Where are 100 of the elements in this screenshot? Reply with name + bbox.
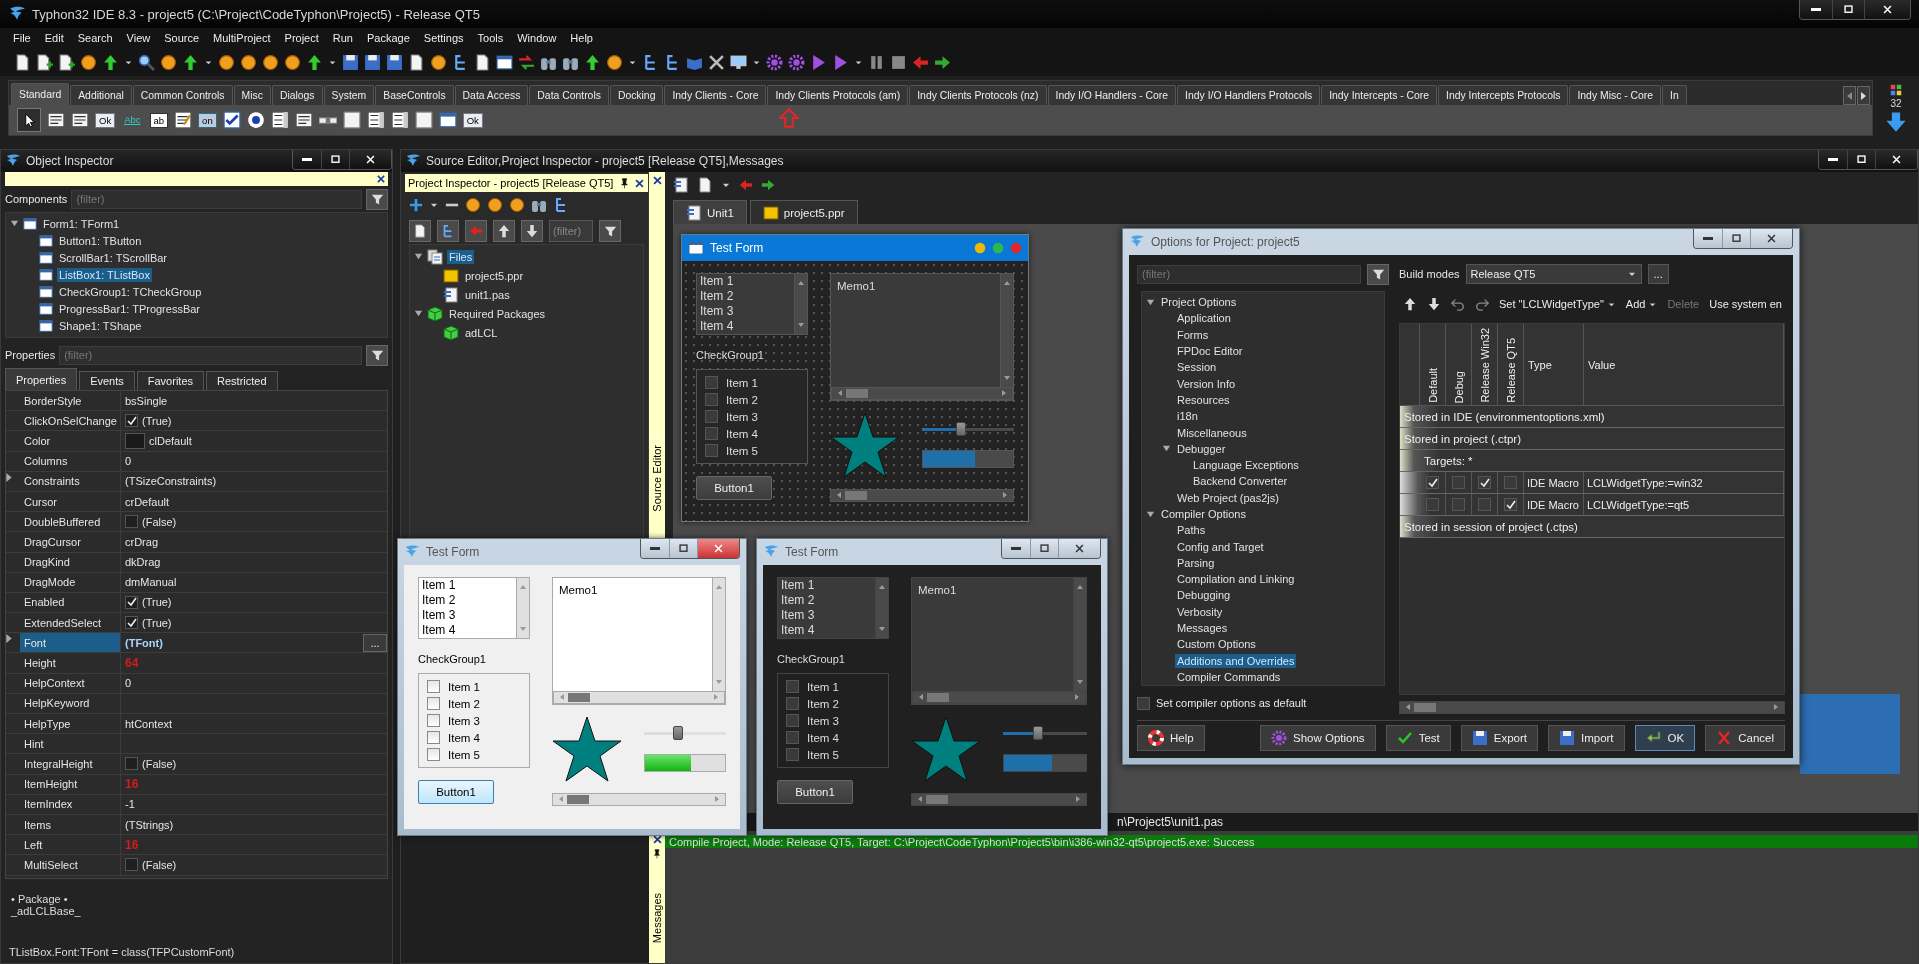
button-component-icon[interactable]: Ok <box>462 112 483 128</box>
checkbox-label[interactable]: Item 1 <box>448 680 480 693</box>
tree-item[interactable]: Config and Target <box>1175 539 1266 554</box>
tree-item[interactable]: Version Info <box>1175 376 1238 391</box>
tree-item[interactable]: Language Exceptions <box>1191 458 1301 473</box>
minimize-button[interactable] <box>293 150 321 169</box>
maximize-button[interactable] <box>1832 0 1864 19</box>
tree-item[interactable]: Application <box>1175 311 1233 326</box>
tree-item[interactable]: ProgressBar1: TProgressBar <box>57 301 203 316</box>
list-item[interactable]: Item 3 <box>422 608 516 623</box>
menu-item[interactable]: Edit <box>37 32 71 44</box>
checkbox-label[interactable]: Set compiler options as default <box>1156 697 1307 709</box>
menu-item[interactable]: Package <box>360 32 417 44</box>
checkbox-label[interactable]: Item 1 <box>807 680 839 693</box>
slider-thumb[interactable] <box>673 726 684 740</box>
property-value[interactable]: (False) <box>142 757 177 770</box>
build-mode-select[interactable]: Release QT5 <box>1465 264 1642 284</box>
checkbox[interactable] <box>427 697 440 710</box>
menu-item[interactable]: Source <box>157 32 207 44</box>
palette-tab[interactable]: Indy I/O Handlers Protocols <box>1177 85 1321 105</box>
filter-button[interactable] <box>1367 263 1389 285</box>
checkbox[interactable] <box>705 427 718 440</box>
checkbox-label[interactable]: Item 2 <box>807 697 839 710</box>
tree-item[interactable]: Debugging <box>1175 588 1233 603</box>
down-arrow-icon[interactable] <box>1427 297 1441 311</box>
dialog-button[interactable]: Show Options <box>1260 724 1376 751</box>
property-name[interactable]: IntegralHeight <box>20 754 120 774</box>
expand-toggle-icon[interactable] <box>414 309 423 318</box>
maximize-button[interactable] <box>669 539 697 558</box>
dialog-button[interactable]: Help <box>1137 724 1205 751</box>
radio-icon[interactable] <box>246 111 265 129</box>
play-icon[interactable] <box>832 53 849 71</box>
tree-item[interactable]: Paths <box>1175 523 1208 538</box>
toolbar-button[interactable]: Use system en <box>1709 298 1782 310</box>
minimize-button[interactable] <box>641 539 669 558</box>
tree-item[interactable]: Messages <box>1175 621 1230 636</box>
palette-tab[interactable]: Indy Clients Protocols (nz) <box>909 85 1047 105</box>
property-name[interactable]: DragCursor <box>20 532 120 552</box>
tool-button[interactable] <box>437 220 459 242</box>
palette-tab[interactable]: Indy Intercepts Protocols <box>1438 85 1569 105</box>
scroll-right-button[interactable] <box>1857 86 1870 105</box>
page-icon[interactable] <box>342 111 361 129</box>
property-name[interactable]: DragMode <box>20 572 120 592</box>
checkbox[interactable] <box>427 731 440 744</box>
property-name[interactable]: ExtendedSelect <box>20 613 120 633</box>
palette-tab[interactable]: Indy Clients - Core <box>664 85 767 105</box>
checkbox[interactable] <box>125 858 138 872</box>
list-item[interactable]: Item 4 <box>700 319 794 334</box>
pause-icon[interactable] <box>868 53 885 71</box>
up-arrow-icon[interactable] <box>584 53 601 71</box>
scrollbar[interactable] <box>1399 701 1785 714</box>
tree-item[interactable]: Custom Options <box>1175 637 1258 652</box>
property-value[interactable]: (TStrings) <box>125 818 174 831</box>
pin-icon[interactable] <box>619 177 630 189</box>
palette-tab[interactable]: Indy Misc - Core <box>1569 85 1662 105</box>
ball-icon[interactable] <box>284 53 301 71</box>
ball-icon[interactable] <box>80 53 97 71</box>
property-value[interactable]: (TSizeConstraints) <box>125 475 217 488</box>
menu-item[interactable]: View <box>119 32 158 44</box>
search-icon[interactable] <box>138 53 155 71</box>
property-value[interactable]: dmManual <box>125 576 177 589</box>
property-name[interactable]: Constraints <box>20 471 120 491</box>
property-name[interactable]: ItemHeight <box>20 774 120 794</box>
expand-toggle-icon[interactable] <box>10 219 19 228</box>
expand-arrow-icon[interactable] <box>6 634 12 644</box>
undo-icon[interactable] <box>1451 297 1465 311</box>
list-icon[interactable] <box>294 111 313 129</box>
palette-tab[interactable]: In <box>1662 85 1687 105</box>
document-icon[interactable] <box>408 53 425 71</box>
filter-button[interactable] <box>366 344 388 366</box>
toggle-component-icon[interactable]: on <box>198 112 217 128</box>
filter-field[interactable]: (filter) <box>549 220 593 242</box>
document-plus-icon[interactable] <box>58 53 75 71</box>
list-item[interactable]: Item 2 <box>781 593 875 608</box>
property-name[interactable]: Font <box>20 633 120 653</box>
checkbox-label[interactable]: Item 4 <box>726 427 758 440</box>
tool-button[interactable] <box>521 220 543 242</box>
memo-field[interactable]: Memo1 <box>830 273 1014 401</box>
checkbox-label[interactable]: Item 2 <box>726 393 758 406</box>
page-icon[interactable] <box>414 111 433 129</box>
tree-item[interactable]: Required Packages <box>447 306 547 321</box>
close-button[interactable] <box>349 150 391 169</box>
palette-tab[interactable]: Indy I/O Handlers - Core <box>1047 85 1177 105</box>
scrollbar[interactable] <box>911 793 1087 806</box>
checkbox-label[interactable]: Item 1 <box>726 376 758 389</box>
form-button[interactable]: Button1 <box>418 780 494 804</box>
checkbox[interactable] <box>1452 498 1465 511</box>
close-button[interactable] <box>1750 229 1792 248</box>
form-button[interactable]: Button1 <box>777 780 853 804</box>
property-value[interactable]: dkDrag <box>125 556 161 569</box>
up-arrow-icon[interactable] <box>1403 297 1417 311</box>
palette-tab[interactable]: System <box>323 85 375 105</box>
document-icon[interactable] <box>697 177 713 193</box>
dialog-button[interactable]: Import <box>1547 724 1625 751</box>
property-value[interactable]: (True) <box>142 414 172 427</box>
property-value[interactable]: (True) <box>142 616 172 629</box>
checkbox[interactable] <box>125 414 138 428</box>
checkbox-label[interactable]: Item 4 <box>448 731 480 744</box>
checkbox[interactable] <box>1137 696 1150 710</box>
maximize-button[interactable] <box>1722 229 1750 248</box>
